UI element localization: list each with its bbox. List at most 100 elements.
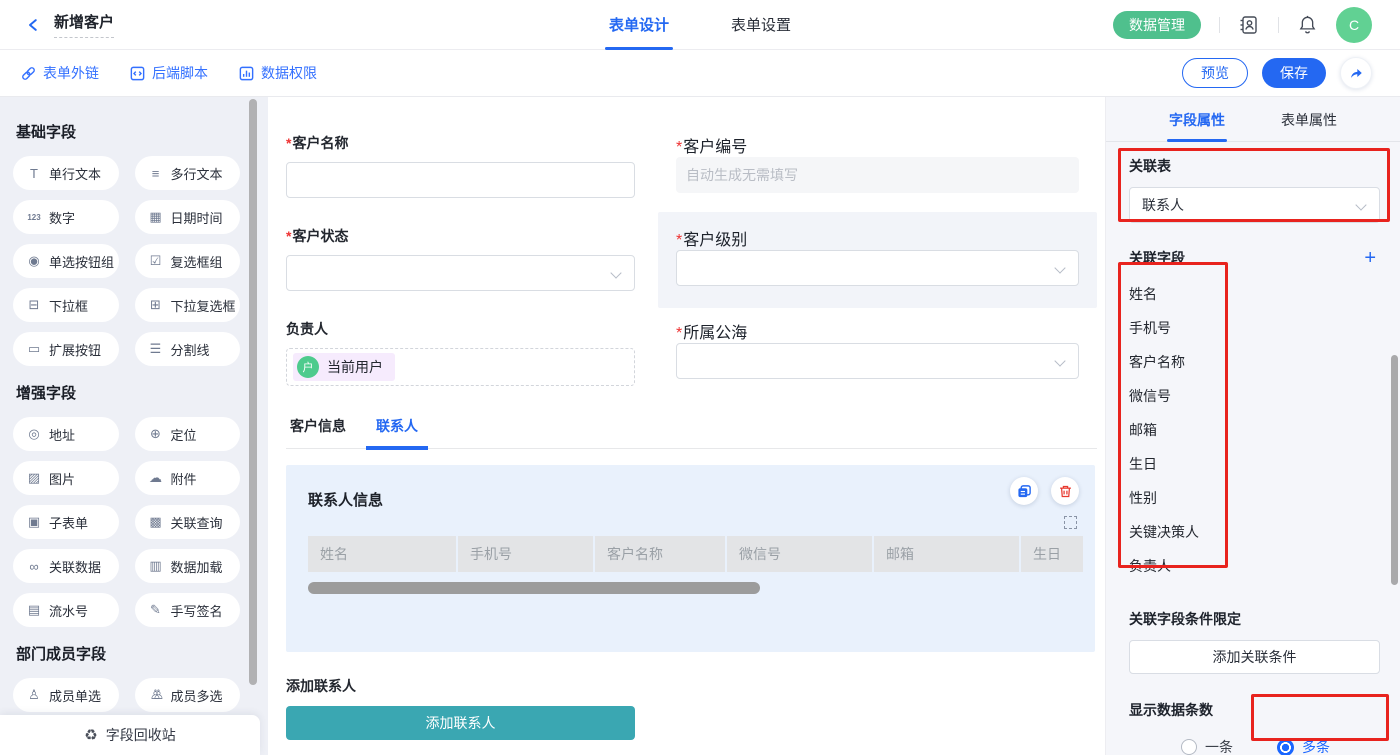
form-external-link[interactable]: 表单外链 bbox=[20, 63, 99, 83]
field-customer-level[interactable]: 客户级别 bbox=[658, 212, 1097, 308]
field-recycle-bin[interactable]: ♻ 字段回收站 bbox=[0, 715, 260, 755]
palette-item-image[interactable]: ▨图片 bbox=[13, 461, 119, 495]
customer-status-select[interactable] bbox=[286, 255, 635, 291]
palette-item-divider[interactable]: ☰分割线 bbox=[135, 332, 241, 366]
data-permission-link[interactable]: 数据权限 bbox=[238, 63, 317, 83]
add-contact-field: 添加联系人 添加联系人 bbox=[286, 676, 1097, 740]
page-title[interactable]: 新增客户 bbox=[54, 11, 114, 38]
add-condition-button[interactable]: 添加关联条件 bbox=[1129, 640, 1380, 674]
palette-item-checkbox-group[interactable]: ☑复选框组 bbox=[135, 244, 241, 278]
copy-button[interactable] bbox=[1010, 477, 1038, 505]
number-icon: 123 bbox=[26, 213, 42, 222]
related-field-item[interactable]: 负责人 bbox=[1129, 549, 1380, 583]
subform-horizontal-scrollbar[interactable] bbox=[308, 582, 760, 594]
extend-button-icon: ▭ bbox=[26, 341, 42, 357]
owner-field-box[interactable]: 户 当前用户 bbox=[286, 348, 635, 386]
palette-item-location[interactable]: ⊕定位 bbox=[135, 417, 241, 451]
share-button[interactable] bbox=[1340, 57, 1372, 89]
notification-bell-icon[interactable] bbox=[1297, 14, 1318, 35]
window-scrollbar[interactable] bbox=[1391, 355, 1398, 585]
save-button[interactable]: 保存 bbox=[1262, 58, 1326, 88]
palette-item-radio-group[interactable]: ◉单选按钮组 bbox=[13, 244, 119, 278]
form-designer-page: 新增客户 表单设计 表单设置 数据管理 bbox=[0, 0, 1400, 755]
palette-item-subform[interactable]: ▣子表单 bbox=[13, 505, 119, 539]
palette-item-single-line-text[interactable]: T单行文本 bbox=[13, 156, 119, 190]
recycle-icon: ♻ bbox=[84, 726, 97, 744]
display-count-section: 显示数据条数 一条 多条 bbox=[1129, 700, 1380, 755]
related-field-item[interactable]: 邮箱 bbox=[1129, 413, 1380, 447]
field-label: 客户名称 bbox=[286, 133, 635, 153]
subform-title: 联系人信息 bbox=[308, 489, 1077, 510]
contact-subform-panel[interactable]: 联系人信息 姓名 手机号 客户名称 微信号 邮箱 生日 bbox=[286, 465, 1095, 652]
customer-level-select[interactable] bbox=[676, 250, 1079, 286]
palette-item-address[interactable]: ◎地址 bbox=[13, 417, 119, 451]
palette-item-datetime[interactable]: ▦日期时间 bbox=[135, 200, 241, 234]
radio-multiple[interactable]: 多条 bbox=[1277, 737, 1330, 755]
palette-item-number[interactable]: 123数字 bbox=[13, 200, 119, 234]
tab-field-properties[interactable]: 字段属性 bbox=[1169, 97, 1225, 142]
palette-item-member-single[interactable]: ♙成员单选 bbox=[13, 678, 119, 712]
expand-handle-icon[interactable] bbox=[1064, 516, 1077, 529]
related-field-item[interactable]: 关键决策人 bbox=[1129, 515, 1380, 549]
related-fields-list: 姓名 手机号 客户名称 微信号 邮箱 生日 性别 关键决策人 负责人 bbox=[1129, 277, 1380, 583]
tab-customer-info[interactable]: 客户信息 bbox=[286, 416, 350, 448]
member-multi-icon: ♙ bbox=[148, 687, 164, 703]
add-field-plus-icon[interactable]: + bbox=[1364, 248, 1376, 268]
sidebar-scrollbar[interactable] bbox=[249, 99, 257, 685]
palette-item-multi-select[interactable]: ⊞下拉复选框 bbox=[135, 288, 241, 322]
backend-script-link[interactable]: 后端脚本 bbox=[129, 63, 208, 83]
delete-button[interactable] bbox=[1051, 477, 1079, 505]
top-bar-right: 数据管理 C bbox=[1113, 7, 1400, 43]
palette-item-select[interactable]: ⊟下拉框 bbox=[13, 288, 119, 322]
preview-button[interactable]: 预览 bbox=[1182, 58, 1248, 88]
palette-item-signature[interactable]: ✎手写签名 bbox=[135, 593, 241, 627]
field-customer-status[interactable]: 客户状态 bbox=[286, 226, 635, 291]
contact-book-icon[interactable] bbox=[1238, 14, 1260, 36]
tab-form-design[interactable]: 表单设计 bbox=[609, 0, 669, 50]
avatar[interactable]: C bbox=[1336, 7, 1372, 43]
related-field-item[interactable]: 手机号 bbox=[1129, 311, 1380, 345]
enhanced-fields-grid: ◎地址 ⊕定位 ▨图片 ☁附件 ▣子表单 ▩关联查询 ∞关联数据 ▥数据加载 ▤… bbox=[0, 417, 268, 627]
top-tabs: 表单设计 表单设置 bbox=[609, 0, 791, 50]
tab-form-settings[interactable]: 表单设置 bbox=[731, 0, 791, 50]
column-header: 生日 bbox=[1021, 536, 1083, 572]
signature-icon: ✎ bbox=[148, 602, 164, 618]
related-field-item[interactable]: 微信号 bbox=[1129, 379, 1380, 413]
palette-item-related-query[interactable]: ▩关联查询 bbox=[135, 505, 241, 539]
display-count-options: 一条 多条 bbox=[1129, 737, 1380, 755]
add-contact-button[interactable]: 添加联系人 bbox=[286, 706, 635, 740]
add-contact-label: 添加联系人 bbox=[286, 676, 1097, 696]
condition-section: 关联字段条件限定 添加关联条件 bbox=[1129, 609, 1380, 674]
palette-item-extend-button[interactable]: ▭扩展按钮 bbox=[13, 332, 119, 366]
field-customer-name[interactable]: 客户名称 bbox=[286, 133, 635, 198]
radio-single[interactable]: 一条 bbox=[1181, 737, 1233, 755]
palette-item-related-data[interactable]: ∞关联数据 bbox=[13, 549, 119, 583]
radio-unselected-icon bbox=[1181, 739, 1197, 755]
datetime-icon: ▦ bbox=[148, 209, 164, 225]
palette-item-attachment[interactable]: ☁附件 bbox=[135, 461, 241, 495]
customer-no-input[interactable] bbox=[676, 157, 1079, 193]
current-user-tag[interactable]: 户 当前用户 bbox=[293, 353, 395, 381]
palette-item-data-load[interactable]: ▥数据加载 bbox=[135, 549, 241, 583]
divider-icon: ☰ bbox=[148, 341, 164, 357]
data-manage-button[interactable]: 数据管理 bbox=[1113, 11, 1201, 39]
related-field-item[interactable]: 姓名 bbox=[1129, 277, 1380, 311]
select-icon: ⊟ bbox=[26, 297, 42, 313]
palette-item-multi-line-text[interactable]: ≡多行文本 bbox=[135, 156, 241, 190]
field-customer-no[interactable]: 客户编号 bbox=[658, 133, 1097, 198]
section-title-basic-fields: 基础字段 bbox=[16, 121, 268, 142]
palette-item-member-multi[interactable]: ♙成员多选 bbox=[135, 678, 241, 712]
tab-contacts[interactable]: 联系人 bbox=[372, 416, 422, 448]
palette-item-serial-number[interactable]: ▤流水号 bbox=[13, 593, 119, 627]
related-field-item[interactable]: 性别 bbox=[1129, 481, 1380, 515]
field-owner[interactable]: 负责人 户 当前用户 bbox=[286, 319, 635, 386]
multi-select-icon: ⊞ bbox=[148, 297, 164, 313]
public-sea-select[interactable] bbox=[676, 343, 1079, 379]
related-field-item[interactable]: 客户名称 bbox=[1129, 345, 1380, 379]
related-table-select[interactable]: 联系人 bbox=[1129, 187, 1380, 223]
customer-name-input[interactable] bbox=[286, 162, 635, 198]
tab-form-properties[interactable]: 表单属性 bbox=[1281, 97, 1337, 142]
related-field-item[interactable]: 生日 bbox=[1129, 447, 1380, 481]
back-button[interactable] bbox=[26, 17, 42, 33]
field-public-sea[interactable]: 所属公海 bbox=[658, 319, 1097, 386]
